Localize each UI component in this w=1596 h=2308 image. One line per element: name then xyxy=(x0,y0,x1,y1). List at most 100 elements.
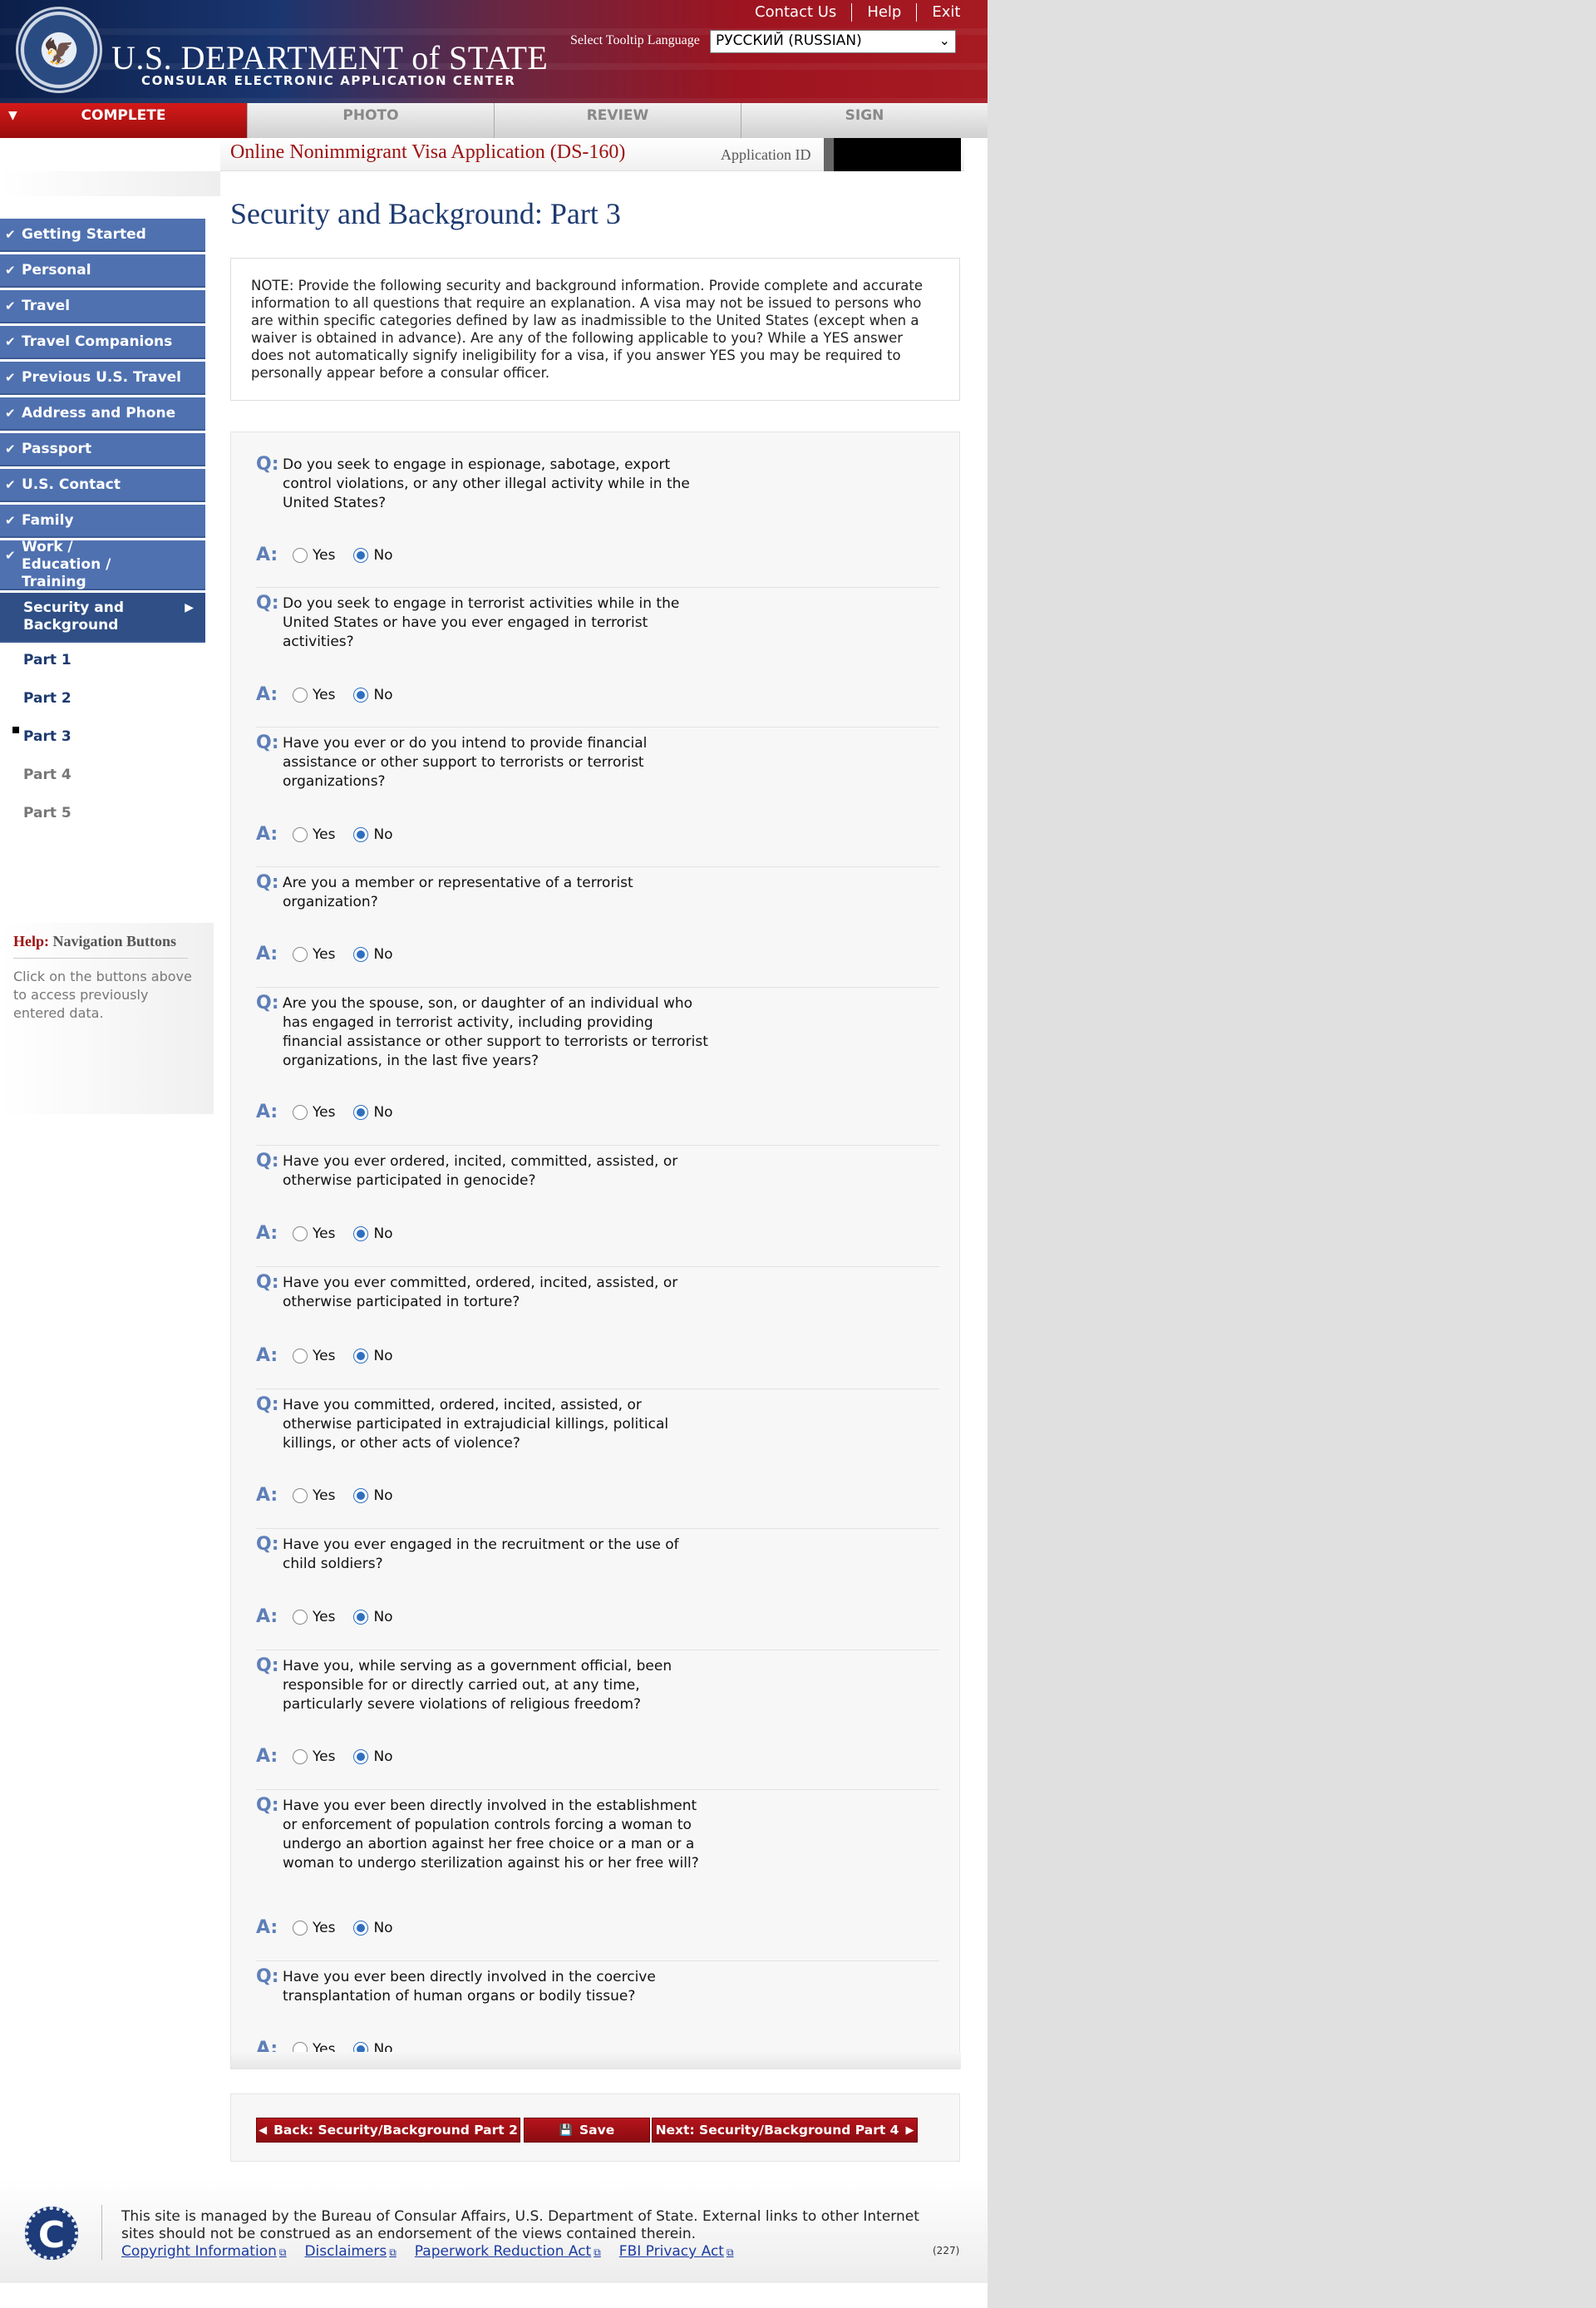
yes-radio[interactable] xyxy=(293,1105,308,1120)
no-radio[interactable] xyxy=(353,1105,369,1120)
sidebar-item-address-and-phone[interactable]: ✔ Address and Phone xyxy=(0,397,205,431)
no-radio-label[interactable]: No xyxy=(373,826,392,843)
questions-panel: Q: Do you seek to engage in espionage, sa… xyxy=(230,432,961,2069)
help-link[interactable]: Help xyxy=(851,3,916,22)
no-radio[interactable] xyxy=(353,947,369,962)
footer-text: This site is managed by the Bureau of Co… xyxy=(121,2208,919,2242)
yes-radio-label[interactable]: Yes xyxy=(313,1609,335,1625)
no-radio-label[interactable]: No xyxy=(373,1348,392,1364)
sidebar-item-travel-companions[interactable]: ✔ Travel Companions xyxy=(0,326,205,359)
no-radio[interactable] xyxy=(353,688,369,703)
yes-radio-label[interactable]: Yes xyxy=(313,1348,335,1364)
no-radio-label[interactable]: No xyxy=(373,1487,392,1504)
yes-radio[interactable] xyxy=(293,1226,308,1241)
no-radio-label[interactable]: No xyxy=(373,1748,392,1765)
sidebar-item-label: Previous U.S. Travel xyxy=(22,369,182,386)
no-radio[interactable] xyxy=(353,1349,369,1364)
sidebar-item-security-and-background[interactable]: Security and Background ▶ xyxy=(0,593,205,643)
sidebar-item-previous-us-travel[interactable]: ✔ Previous U.S. Travel xyxy=(0,362,205,395)
question-marker: Q: xyxy=(256,872,279,893)
save-button-label: Save xyxy=(579,2123,615,2138)
sidebar-item-work-education-training[interactable]: ✔ Work / Education / Training xyxy=(0,539,205,590)
no-radio[interactable] xyxy=(353,1921,369,1936)
back-button-label: Back: Security/Background Part 2 xyxy=(273,2123,518,2138)
question-marker: Q: xyxy=(256,732,279,753)
yes-radio[interactable] xyxy=(293,1610,308,1625)
yes-radio[interactable] xyxy=(293,827,308,842)
no-radio[interactable] xyxy=(353,827,369,842)
fbi-privacy-act-link[interactable]: FBI Privacy Act ⧉ xyxy=(619,2243,734,2260)
yes-radio[interactable] xyxy=(293,548,308,563)
tooltip-language-value: РУССКИЙ (RUSSIAN) xyxy=(716,32,862,49)
yes-radio-label[interactable]: Yes xyxy=(313,547,335,564)
question-row: Q: Do you seek to engage in espionage, sa… xyxy=(256,449,939,588)
copyright-information-link[interactable]: Copyright Information ⧉ xyxy=(121,2243,286,2260)
application-bar: Online Nonimmigrant Visa Application (DS… xyxy=(220,138,964,171)
yes-radio[interactable] xyxy=(293,947,308,962)
sidebar-item-travel[interactable]: ✔ Travel xyxy=(0,290,205,323)
yes-radio-label[interactable]: Yes xyxy=(313,687,335,703)
navigation-buttons: ◀ Back: Security/Background Part 2 💾 Save … xyxy=(230,2093,960,2162)
no-radio-label[interactable]: No xyxy=(373,1104,392,1121)
external-link-icon: ⧉ xyxy=(278,2246,287,2258)
sidebar-item-family[interactable]: ✔ Family xyxy=(0,505,205,538)
site-footer: C This site is managed by the Bureau of … xyxy=(0,2180,988,2283)
no-radio[interactable] xyxy=(353,548,369,563)
paperwork-reduction-act-link[interactable]: Paperwork Reduction Act ⧉ xyxy=(415,2243,601,2260)
save-button[interactable]: 💾 Save xyxy=(524,2118,650,2143)
help-text: Click on the buttons above to access pre… xyxy=(13,969,192,1021)
sidebar-item-personal[interactable]: ✔ Personal xyxy=(0,254,205,288)
answer-options: Yes No xyxy=(293,826,393,843)
no-radio-label[interactable]: No xyxy=(373,547,392,564)
no-radio[interactable] xyxy=(353,1488,369,1503)
sidebar-subitem-part-2[interactable]: Part 2 xyxy=(23,690,71,707)
sidebar-subitem-part-1[interactable]: Part 1 xyxy=(23,652,71,668)
yes-radio[interactable] xyxy=(293,1349,308,1364)
contact-us-link[interactable]: Contact Us xyxy=(740,3,851,22)
question-marker: Q: xyxy=(256,1151,279,1171)
step-complete[interactable]: ▼ COMPLETE xyxy=(0,103,247,138)
check-icon: ✔ xyxy=(5,298,16,313)
yes-radio[interactable] xyxy=(293,1488,308,1503)
yes-radio-label[interactable]: Yes xyxy=(313,1487,335,1504)
question-text: Have you ever been directly involved in … xyxy=(283,1798,699,1872)
yes-radio[interactable] xyxy=(293,1921,308,1936)
answer-marker: A: xyxy=(256,1223,278,1244)
yes-radio-label[interactable]: Yes xyxy=(313,1104,335,1121)
no-radio[interactable] xyxy=(353,1226,369,1241)
yes-radio[interactable] xyxy=(293,1749,308,1764)
no-radio[interactable] xyxy=(353,1749,369,1764)
yes-radio-label[interactable]: Yes xyxy=(313,1226,335,1242)
exit-link[interactable]: Exit xyxy=(916,3,975,22)
disclaimers-link[interactable]: Disclaimers ⧉ xyxy=(304,2243,396,2260)
question-text: Have you ever engaged in the recruitment… xyxy=(283,1536,679,1572)
question-text: Do you seek to engage in terrorist activ… xyxy=(283,595,680,650)
sidebar-item-getting-started[interactable]: ✔ Getting Started xyxy=(0,219,205,252)
question-text: Have you committed, ordered, incited, as… xyxy=(283,1397,669,1452)
no-radio[interactable] xyxy=(353,1610,369,1625)
sidebar-subitem-part-3[interactable]: Part 3 xyxy=(23,728,71,745)
sidebar-item-us-contact[interactable]: ✔ U.S. Contact xyxy=(0,469,205,502)
sidebar-item-passport[interactable]: ✔ Passport xyxy=(0,433,205,466)
yes-radio[interactable] xyxy=(293,688,308,703)
no-radio-label[interactable]: No xyxy=(373,1609,392,1625)
answer-marker: A: xyxy=(256,824,278,845)
question-text: Do you seek to engage in espionage, sabo… xyxy=(283,456,690,511)
answer-options: Yes No xyxy=(293,946,393,963)
next-button[interactable]: Next: Security/Background Part 4 ▶ xyxy=(652,2118,918,2143)
current-part-marker xyxy=(12,727,19,733)
tooltip-language-select[interactable]: РУССКИЙ (RUSSIAN) ⌄ xyxy=(710,30,956,53)
no-radio-label[interactable]: No xyxy=(373,1226,392,1242)
yes-radio-label[interactable]: Yes xyxy=(313,826,335,843)
no-radio-label[interactable]: No xyxy=(373,946,392,963)
no-radio-label[interactable]: No xyxy=(373,1920,392,1936)
question-marker: Q: xyxy=(256,993,279,1013)
yes-radio-label[interactable]: Yes xyxy=(313,1920,335,1936)
page-title: Security and Background: Part 3 xyxy=(230,197,621,230)
progress-steps: ▼ COMPLETE PHOTO REVIEW SIGN xyxy=(0,103,988,138)
back-button[interactable]: ◀ Back: Security/Background Part 2 xyxy=(256,2118,520,2143)
step-review: REVIEW xyxy=(494,103,741,138)
no-radio-label[interactable]: No xyxy=(373,687,392,703)
yes-radio-label[interactable]: Yes xyxy=(313,1748,335,1765)
yes-radio-label[interactable]: Yes xyxy=(313,946,335,963)
